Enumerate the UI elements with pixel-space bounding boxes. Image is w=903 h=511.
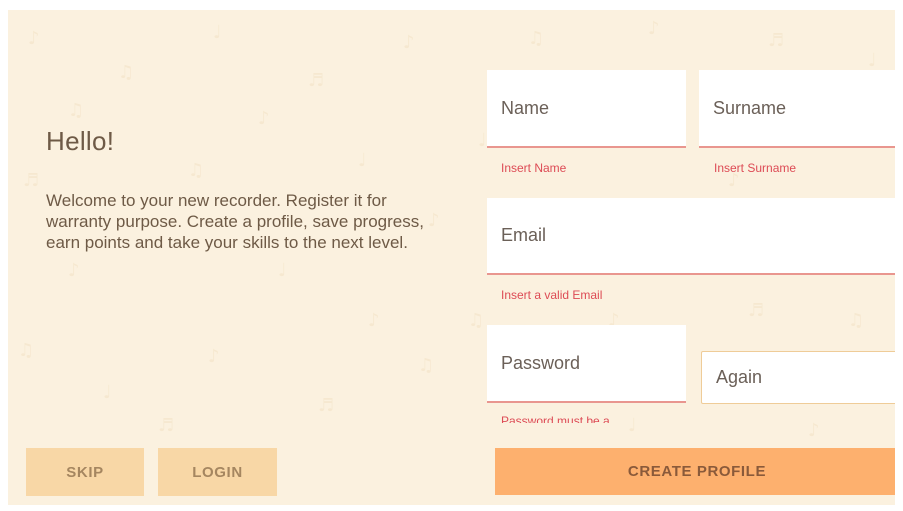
create-profile-button[interactable]: CREATE PROFILE [495,448,895,495]
skip-button[interactable]: SKIP [26,448,144,496]
greeting-title: Hello! [46,126,115,156]
name-input[interactable] [487,70,686,146]
email-error: Insert a valid Email [501,288,603,302]
welcome-message: Welcome to your new recorder. Register i… [46,191,424,252]
email-field[interactable] [487,198,895,275]
surname-input[interactable] [699,70,895,146]
password-error: Password must be a [501,414,610,423]
email-input[interactable] [487,198,895,273]
password-again-input[interactable] [702,352,895,403]
surname-error: Insert Surname [714,161,797,175]
password-again-field[interactable] [701,351,895,404]
name-field[interactable] [487,70,686,148]
password-input[interactable] [487,325,686,401]
registration-screen: ♪ ♫ ♩ ♬ ♪ ♫ ♪ ♩ ♬ ♫ ♪ ♫ ♩ ♪ ♬ ♫ ♬ ♪ ♩ ♫ … [8,10,895,505]
name-error: Insert Name [501,161,567,175]
login-button[interactable]: LOGIN [158,448,277,496]
surname-field[interactable] [699,70,895,148]
password-field[interactable] [487,325,686,403]
